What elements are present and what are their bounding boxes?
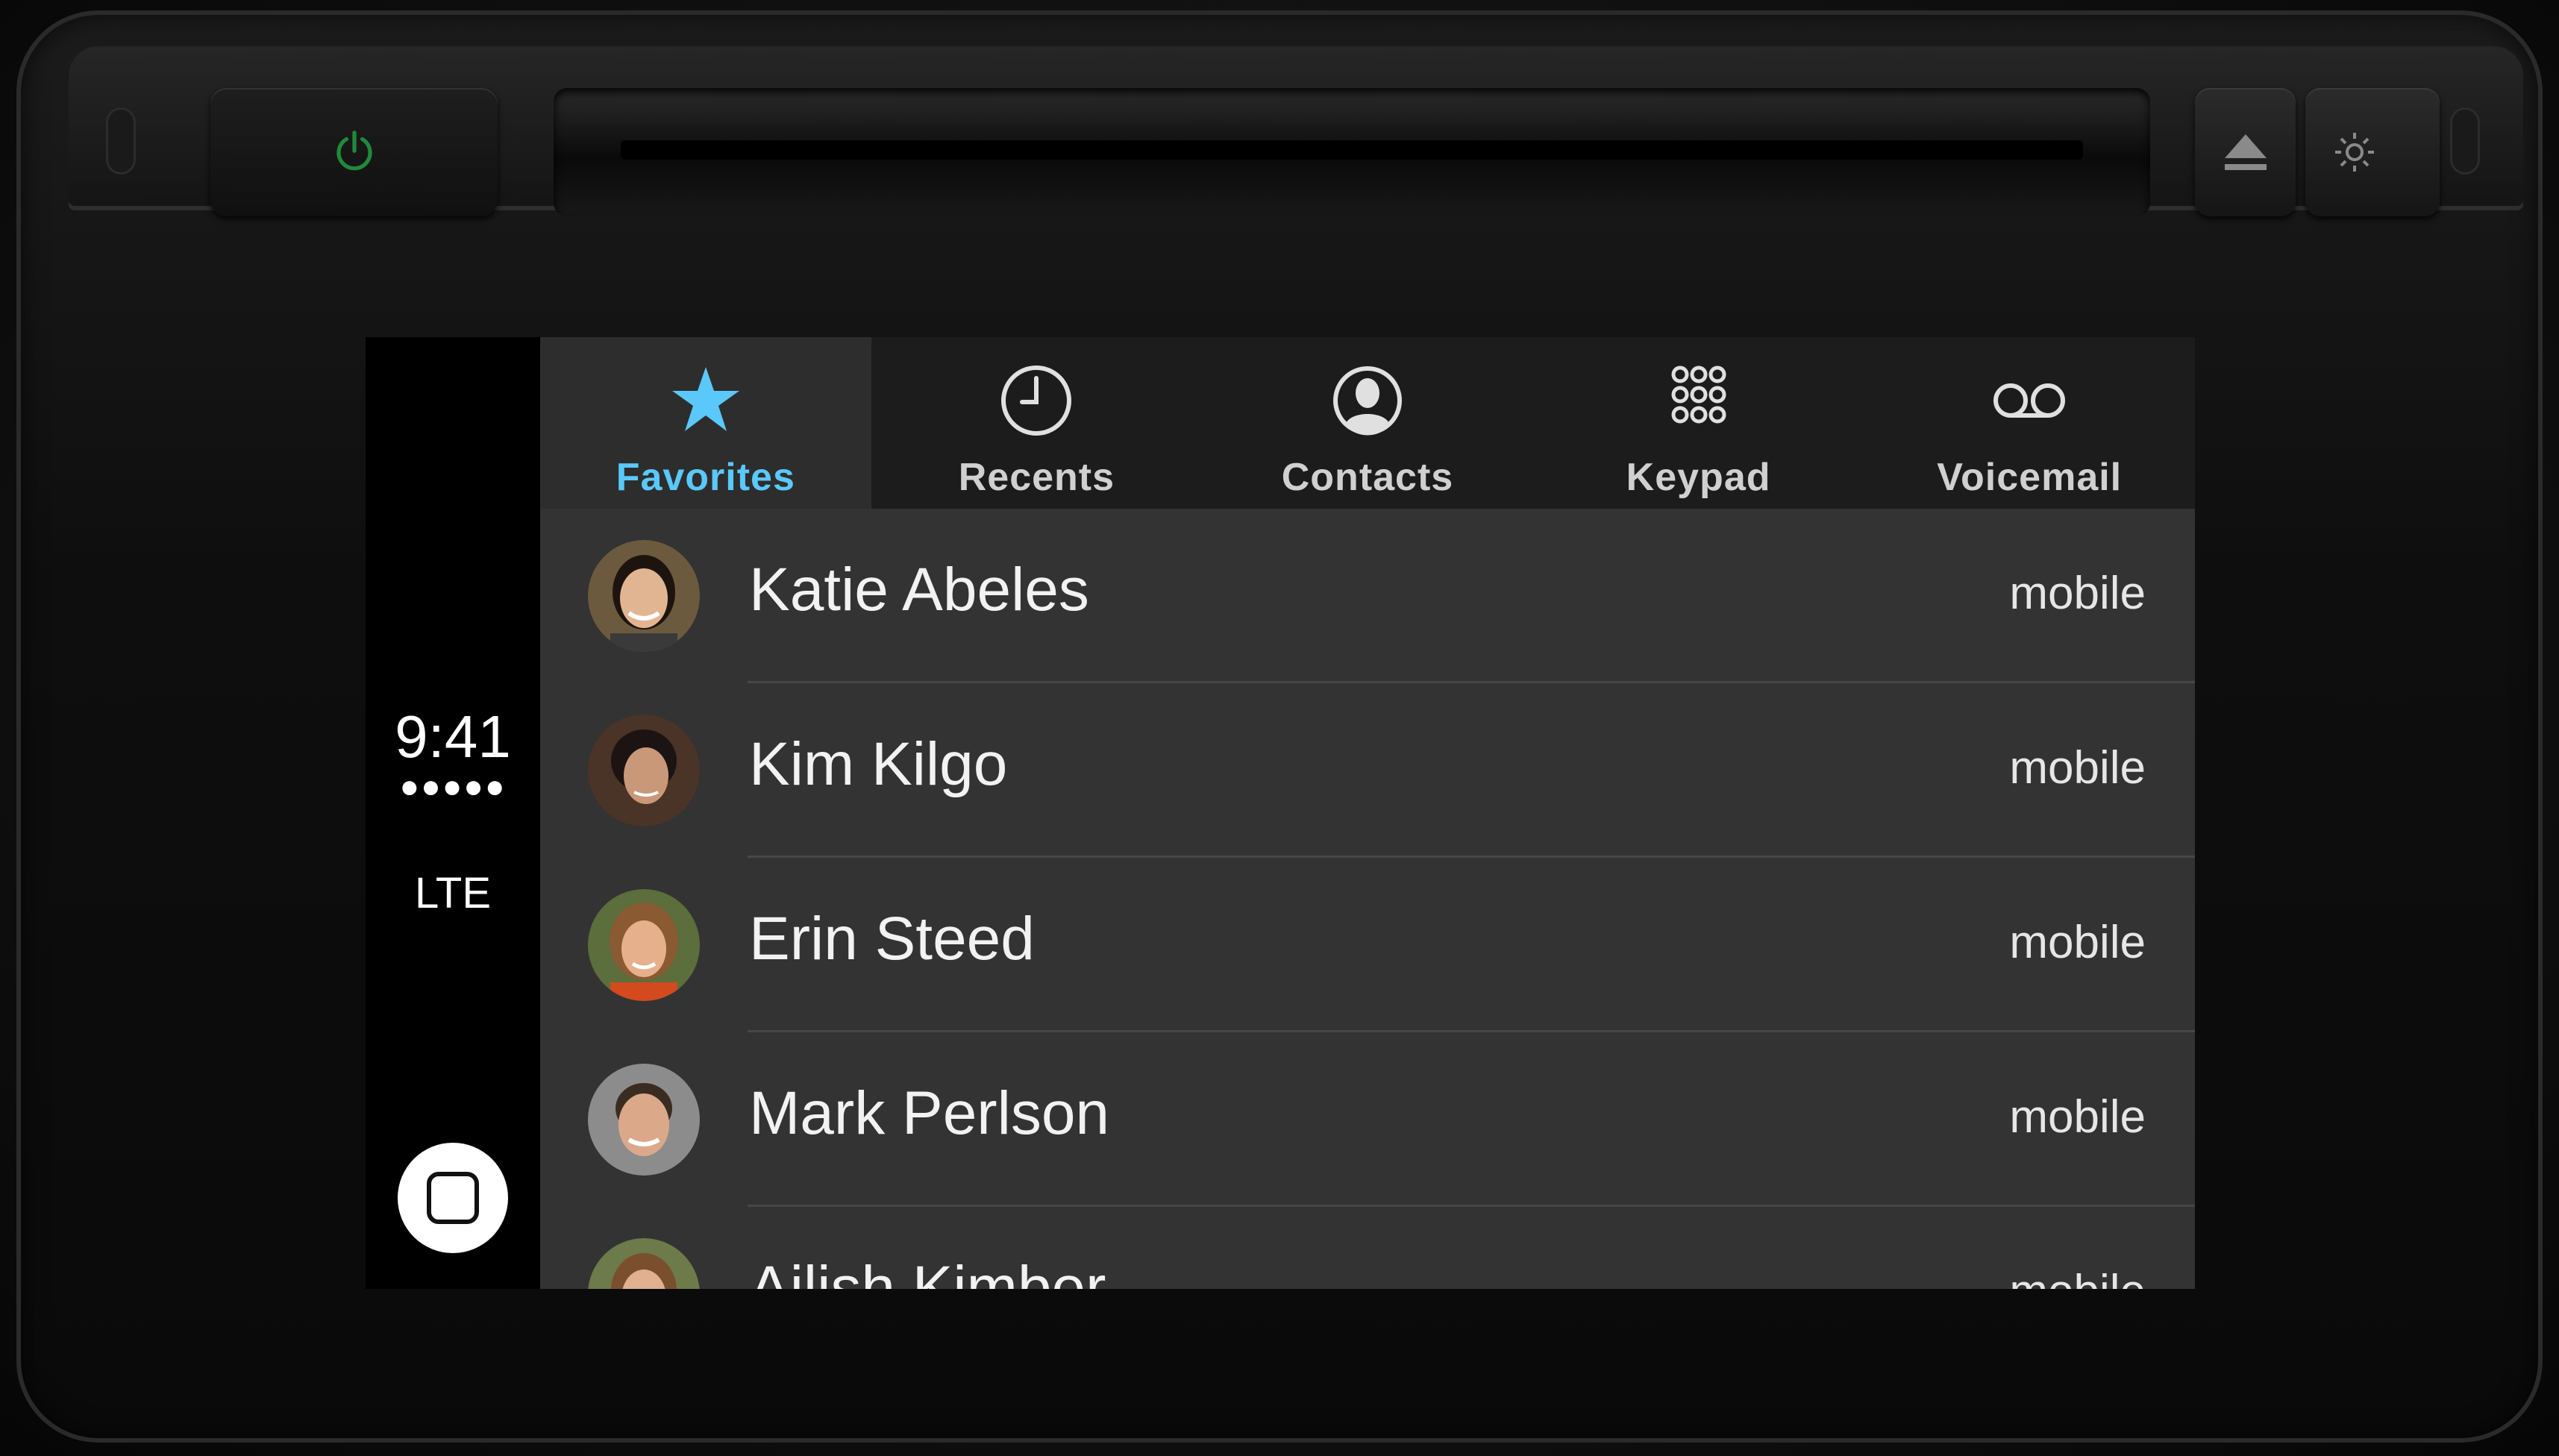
phone-type: mobile (2009, 1091, 2146, 1143)
home-button[interactable] (398, 1143, 508, 1253)
contact-name: Kim Kilgo (749, 730, 1008, 798)
tab-favorites[interactable]: Favorites (540, 337, 871, 509)
tab-label: Keypad (1626, 456, 1771, 499)
left-knob[interactable] (106, 107, 136, 175)
contact-name: Ailish Kimber (749, 1254, 1106, 1289)
brightness-moon-icon (2335, 133, 2396, 172)
favorite-row[interactable]: Mark Perlson mobile (540, 1032, 2195, 1207)
clock: 9:41 (395, 703, 511, 770)
favorite-row[interactable]: Ailish Kimber mobile (540, 1207, 2195, 1289)
tab-keypad[interactable]: Keypad (1533, 337, 1864, 509)
favorite-row[interactable]: Katie Abeles mobile (540, 509, 2195, 683)
home-icon (427, 1172, 479, 1224)
avatar (588, 1064, 700, 1176)
avatar (588, 889, 700, 1001)
status-sidebar: 9:41 ●●●●● LTE (366, 337, 540, 1289)
avatar (588, 540, 700, 652)
keypad-icon (1671, 365, 1726, 424)
disc-slit (621, 140, 2083, 160)
power-button[interactable] (210, 88, 498, 216)
eject-icon (2224, 134, 2267, 170)
top-control-strip (69, 46, 2523, 216)
car-head-unit-scene: 9:41 ●●●●● LTE Favorites Recents Contact… (0, 0, 2559, 1456)
phone-type: mobile (2009, 917, 2146, 968)
voicemail-icon (1993, 383, 2066, 418)
disc-slot (554, 88, 2150, 216)
tab-voicemail[interactable]: Voicemail (1864, 337, 2195, 509)
contact-name: Erin Steed (749, 905, 1035, 973)
signal-strength: ●●●●● (399, 768, 507, 805)
favorites-list: Katie Abeles mobile Kim Kilgo mobile Eri… (540, 509, 2195, 1289)
tab-label: Favorites (616, 456, 795, 499)
right-knob[interactable] (2450, 107, 2480, 175)
contact-name: Mark Perlson (749, 1079, 1110, 1147)
avatar (588, 1238, 700, 1289)
contact-name: Katie Abeles (749, 556, 1089, 624)
tab-label: Contacts (1281, 456, 1454, 499)
tab-contacts[interactable]: Contacts (1202, 337, 1533, 509)
tab-recents[interactable]: Recents (871, 337, 1203, 509)
avatar (588, 715, 700, 826)
network-type: LTE (414, 869, 492, 917)
eject-button[interactable] (2195, 88, 2296, 216)
clock-icon (1001, 365, 1072, 436)
power-icon (336, 131, 372, 171)
display-mode-button[interactable] (2305, 88, 2440, 216)
tab-label: Recents (958, 456, 1115, 499)
phone-type: mobile (2009, 568, 2146, 619)
phone-type: mobile (2009, 742, 2146, 794)
carplay-screen: 9:41 ●●●●● LTE Favorites Recents Contact… (366, 337, 2195, 1289)
favorite-row[interactable]: Kim Kilgo mobile (540, 683, 2195, 858)
favorite-row[interactable]: Erin Steed mobile (540, 858, 2195, 1032)
star-icon (671, 367, 739, 431)
tab-label: Voicemail (1937, 456, 2123, 499)
phone-app: Favorites Recents Contacts Keypad Voicem… (540, 337, 2195, 1289)
person-icon (1332, 366, 1402, 436)
tab-bar: Favorites Recents Contacts Keypad Voicem… (540, 337, 2195, 509)
phone-type: mobile (2009, 1265, 2146, 1289)
